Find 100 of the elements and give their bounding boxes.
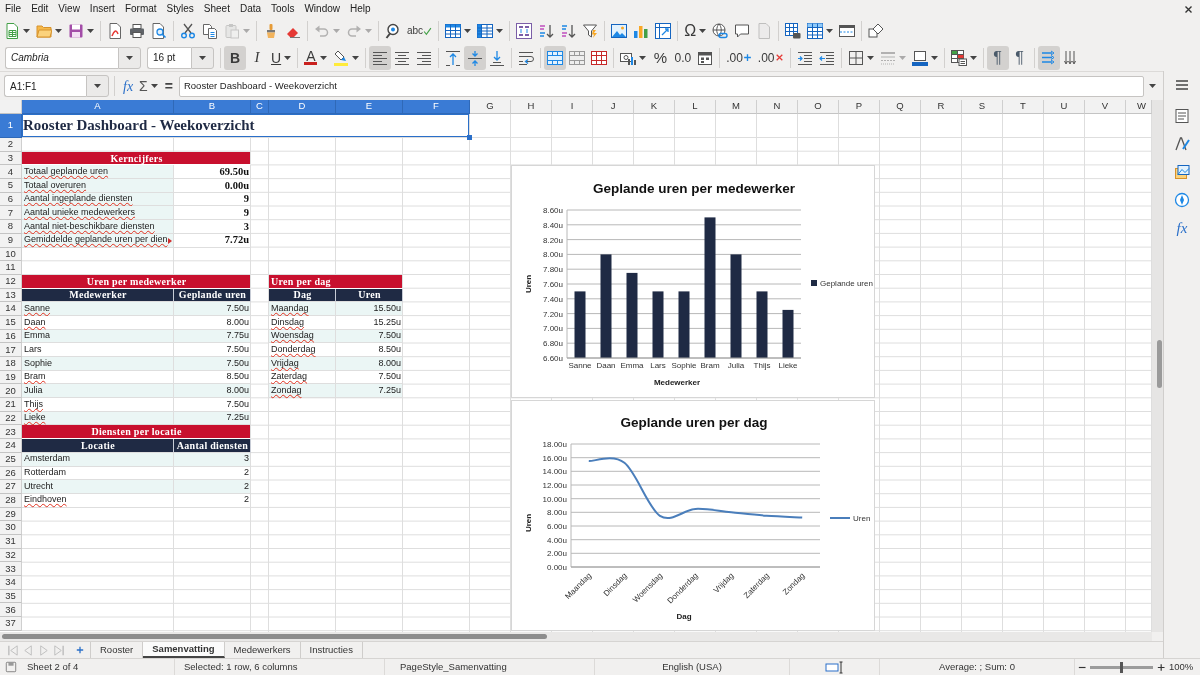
row-header[interactable]: 7 bbox=[0, 206, 22, 221]
dropdown-button[interactable] bbox=[86, 75, 109, 97]
column-header[interactable]: D bbox=[269, 100, 336, 114]
formula-button[interactable]: = bbox=[160, 75, 177, 97]
menu-item[interactable]: Edit bbox=[26, 1, 54, 17]
column-header[interactable]: U bbox=[1044, 100, 1085, 114]
column-header[interactable]: H bbox=[511, 100, 552, 114]
dropdown-button[interactable] bbox=[118, 46, 141, 69]
column-header[interactable]: O bbox=[798, 100, 839, 114]
row-header[interactable]: 17 bbox=[0, 343, 22, 357]
dropdown-button[interactable] bbox=[191, 46, 214, 69]
underline-button[interactable]: U bbox=[268, 45, 295, 70]
row-header[interactable]: 8 bbox=[0, 220, 22, 234]
menu-icon[interactable] bbox=[1174, 77, 1190, 93]
column-header[interactable]: N bbox=[757, 100, 798, 114]
menu-item[interactable]: Sheet bbox=[198, 1, 235, 17]
row-header[interactable]: 21 bbox=[0, 398, 22, 412]
menu-item[interactable]: View bbox=[53, 1, 85, 17]
scrollbar-thumb[interactable] bbox=[2, 634, 547, 639]
close-icon[interactable] bbox=[1184, 4, 1193, 14]
caret-icon[interactable] bbox=[1149, 84, 1156, 88]
vertical-scrollbar[interactable] bbox=[1152, 100, 1163, 632]
column-header[interactable]: V bbox=[1085, 100, 1126, 114]
merge-center-button[interactable] bbox=[544, 45, 567, 70]
gallery-icon[interactable] bbox=[1174, 164, 1190, 180]
compass-icon[interactable] bbox=[1174, 192, 1190, 208]
add-decimal-button[interactable]: .00 bbox=[723, 45, 755, 70]
styles-pen-icon[interactable] bbox=[1174, 136, 1190, 152]
column-header[interactable]: F bbox=[403, 100, 470, 114]
left-to-right-button[interactable]: ¶ bbox=[986, 45, 1009, 70]
sum-button[interactable]: Σ bbox=[136, 75, 161, 97]
column-header[interactable]: E bbox=[336, 100, 403, 114]
column-header[interactable]: K bbox=[634, 100, 675, 114]
slider-thumb[interactable] bbox=[1120, 661, 1124, 673]
menu-item[interactable]: Insert bbox=[84, 1, 120, 17]
column-header[interactable]: T bbox=[1003, 100, 1044, 114]
delete-decimal-button[interactable]: .00 bbox=[754, 45, 787, 70]
row-header[interactable]: 4 bbox=[0, 165, 22, 180]
row-header[interactable]: 2 bbox=[0, 138, 22, 152]
formula-input-field[interactable]: Rooster Dashboard - Weekoverzicht bbox=[178, 75, 1144, 97]
column-header[interactable]: B bbox=[174, 100, 251, 114]
column-header[interactable]: I bbox=[552, 100, 593, 114]
right-to-left-button[interactable]: ¶ bbox=[1008, 45, 1031, 70]
column-header[interactable]: M bbox=[716, 100, 757, 114]
zoom-percentage[interactable]: 100% bbox=[1169, 659, 1194, 675]
menu-item[interactable]: Styles bbox=[161, 1, 199, 17]
row-header[interactable]: 24 bbox=[0, 439, 22, 453]
align-left-button[interactable] bbox=[369, 45, 392, 70]
text-direction-button[interactable] bbox=[1037, 45, 1060, 70]
plus-icon[interactable] bbox=[1156, 662, 1165, 672]
number-format-standard-button[interactable]: 0.0 bbox=[671, 45, 695, 70]
row-header[interactable]: 33 bbox=[0, 562, 22, 576]
row-header[interactable]: 11 bbox=[0, 261, 22, 275]
column-header[interactable]: L bbox=[675, 100, 716, 114]
menu-item[interactable]: Format bbox=[119, 1, 162, 17]
function-wizard-button[interactable]: fx bbox=[120, 75, 137, 97]
menu-item[interactable]: Tools bbox=[266, 1, 300, 17]
row-header[interactable]: 5 bbox=[0, 179, 22, 193]
sheet-tab[interactable]: Samenvatting bbox=[143, 642, 225, 658]
properties-icon[interactable] bbox=[1174, 108, 1190, 124]
row-header[interactable]: 37 bbox=[0, 617, 22, 631]
menu-item[interactable]: Help bbox=[345, 1, 376, 17]
percent-format-button[interactable]: % bbox=[649, 45, 672, 70]
scrollbar-thumb[interactable] bbox=[1157, 340, 1162, 388]
column-header[interactable]: S bbox=[962, 100, 1003, 114]
column-header[interactable]: W bbox=[1126, 100, 1152, 114]
bold-button[interactable]: B bbox=[224, 45, 246, 70]
name-box-field[interactable]: A1:F1 bbox=[4, 75, 86, 97]
horizontal-scrollbar[interactable] bbox=[0, 632, 1152, 641]
column-header[interactable]: G bbox=[470, 100, 511, 114]
row-header[interactable]: 30 bbox=[0, 521, 22, 535]
row-header[interactable]: 23 bbox=[0, 425, 22, 440]
row-header[interactable]: 36 bbox=[0, 603, 22, 618]
sheet-tab[interactable]: Medewerkers bbox=[224, 642, 301, 658]
menu-item[interactable]: Data bbox=[234, 1, 267, 17]
spelling-button[interactable]: abc bbox=[404, 19, 436, 43]
row-header[interactable]: 20 bbox=[0, 384, 22, 399]
sheet-tab[interactable]: Instructies bbox=[300, 642, 363, 658]
column-header[interactable]: C bbox=[251, 100, 269, 114]
column-header[interactable]: P bbox=[839, 100, 880, 114]
row-header[interactable]: 34 bbox=[0, 576, 22, 590]
menu-item[interactable]: File bbox=[0, 1, 27, 17]
column-header[interactable]: R bbox=[921, 100, 962, 114]
special-character-button[interactable]: Ω bbox=[681, 19, 710, 43]
menu-item[interactable]: Window bbox=[299, 1, 345, 17]
italic-button[interactable]: I bbox=[246, 45, 268, 70]
font-color-button[interactable]: A bbox=[301, 45, 331, 70]
center-vertically-button[interactable] bbox=[464, 45, 487, 70]
row-header[interactable]: 18 bbox=[0, 357, 22, 371]
row-header[interactable]: 14 bbox=[0, 302, 22, 316]
font-size-field[interactable]: 16 pt bbox=[147, 46, 191, 69]
column-header[interactable]: Q bbox=[880, 100, 921, 114]
selection-handle-icon[interactable] bbox=[467, 135, 472, 140]
row-header[interactable]: 1 bbox=[0, 114, 22, 138]
font-name-field[interactable]: Cambria bbox=[5, 46, 118, 69]
rectangle-cursor-icon[interactable] bbox=[825, 660, 844, 674]
column-header[interactable]: J bbox=[593, 100, 634, 114]
axis-tick-label: 7.40u bbox=[542, 294, 563, 304]
column-header[interactable]: A bbox=[22, 100, 174, 114]
row-header[interactable]: 27 bbox=[0, 480, 22, 494]
